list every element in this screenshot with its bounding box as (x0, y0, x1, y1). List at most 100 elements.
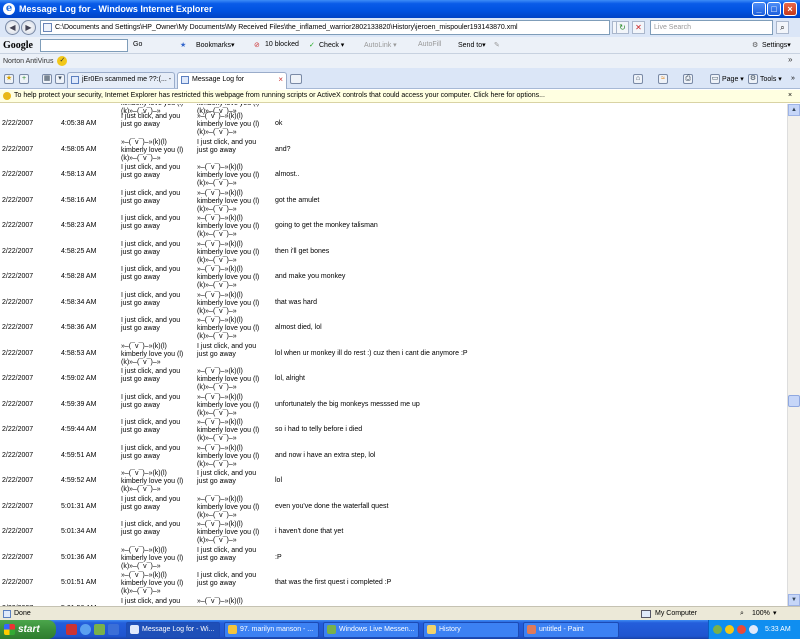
tools-menu[interactable]: Tools ▾ (760, 75, 782, 83)
log-message: that was the first quest i completed :P (275, 579, 392, 586)
task-label: History (439, 626, 461, 633)
security-info-bar[interactable]: To help protect your security, Internet … (0, 90, 800, 103)
toolbar-chevron-icon[interactable]: » (788, 55, 792, 64)
google-go-button[interactable]: Go (133, 41, 142, 48)
log-sender: I just click, and you just go away (121, 393, 181, 409)
log-recipient: »–(¯v¯)–»(k)(l) kimberly love you (l) (k… (197, 393, 260, 417)
settings-button[interactable]: Settings▾ (762, 41, 791, 49)
tab-close-icon[interactable]: × (278, 73, 283, 87)
security-tray-icon[interactable] (737, 625, 746, 634)
add-favorite-icon[interactable]: + (19, 74, 29, 84)
favorites-star-icon[interactable]: ★ (4, 74, 14, 84)
send-to-button[interactable]: Send to▾ (458, 41, 486, 49)
ie-quicklaunch-icon[interactable] (80, 624, 91, 635)
minimize-button[interactable]: _ (752, 2, 766, 16)
check-button[interactable]: Check ▾ (319, 41, 344, 49)
log-row: 2/22/2007 4:58:13 AM I just click, and you… (0, 164, 787, 190)
log-message: so i had to telly before i died (275, 426, 363, 433)
page-icon: ▭ (710, 74, 720, 84)
show-desktop-icon[interactable] (108, 624, 119, 635)
refresh-icon[interactable]: ↻ (616, 21, 629, 34)
log-row: 2/22/2007 4:59:39 AM I just click, and you… (0, 394, 787, 420)
new-tab-icon[interactable] (290, 74, 302, 84)
tab-message-log[interactable]: Message Log for × (177, 72, 287, 89)
tab-list-icon[interactable]: ▾ (55, 74, 65, 84)
log-time: 4:59:44 AM (61, 426, 97, 433)
zoom-magnifier-icon: ⌕ (740, 610, 744, 617)
log-time: 4:05:38 AM (61, 120, 97, 127)
log-recipient: I just click, and you just go away (197, 138, 257, 154)
media-task-icon (228, 625, 237, 634)
page-menu[interactable]: Page ▾ (722, 75, 744, 83)
vertical-scrollbar[interactable]: ▲ ▼ (787, 104, 800, 606)
stop-icon[interactable]: ✕ (632, 21, 645, 34)
log-recipient: »–(¯v¯)–»(k)(l) kimberly love you (l) (k… (197, 189, 260, 213)
log-date: 2/22/2007 (2, 426, 34, 433)
task-windows-live-messenger[interactable]: Windows Live Messen... (323, 622, 419, 638)
feeds-icon[interactable]: ≈ (658, 74, 668, 84)
log-date: 2/22/2007 (2, 349, 34, 357)
tools-gear-icon: ⚙ (748, 74, 758, 84)
task-paint[interactable]: untitled - Paint (523, 622, 619, 638)
forward-button[interactable]: ▶ (21, 20, 36, 35)
windows-flag-icon (4, 624, 15, 635)
back-button[interactable]: ◀ (5, 20, 20, 35)
scroll-down-arrow-icon[interactable]: ▼ (788, 594, 800, 606)
log-sender: I just click, and you just go away (121, 240, 181, 256)
volume-tray-icon[interactable] (749, 625, 758, 634)
tab-page-icon (71, 76, 79, 84)
ie-task-icon (130, 625, 139, 634)
command-bar-chevron-icon[interactable]: » (791, 75, 795, 82)
log-recipient: »–(¯v¯)–»(k)(l) kimberly love you (l) (k… (197, 291, 260, 315)
start-label: start (18, 624, 40, 635)
autofill-button[interactable]: AutoFill (418, 41, 441, 48)
task-history[interactable]: History (423, 622, 519, 638)
zoom-dropdown-icon[interactable]: ▾ (773, 607, 777, 620)
start-button[interactable]: start (0, 620, 56, 639)
log-recipient: »–(¯v¯)–»(k)(l) kimberly love you (l) (k… (197, 240, 260, 264)
log-message: and now i have an extra step, lol (275, 451, 376, 459)
live-search-input[interactable]: Live Search (650, 20, 773, 35)
home-icon[interactable]: ⌂ (633, 74, 643, 84)
norton-tray-icon[interactable] (725, 625, 734, 634)
log-message: lol when ur monkey ill do rest :) cuz th… (275, 349, 468, 357)
clock: 5:33 AM (765, 626, 791, 633)
scroll-thumb[interactable] (788, 395, 800, 408)
scroll-up-arrow-icon[interactable]: ▲ (788, 104, 800, 116)
quick-tabs-icon[interactable]: ▦ (42, 74, 52, 84)
popup-blocked-count[interactable]: 10 blocked (265, 41, 299, 48)
print-icon[interactable]: ⎙ (683, 74, 693, 84)
close-button[interactable]: × (783, 2, 797, 16)
tab-jer0en[interactable]: jEr0En scammed me ??:(... - (67, 72, 175, 88)
address-field[interactable]: C:\Documents and Settings\HP_Owner\My Do… (40, 20, 610, 35)
search-icon[interactable]: ⌕ (776, 21, 789, 34)
log-row: 2/22/2007 4:58:36 AM I just click, and you… (0, 317, 787, 343)
log-recipient: »–(¯v¯)–»(k)(l) kimberly love you (l) (k… (197, 215, 260, 238)
messenger-tray-icon[interactable] (713, 625, 722, 634)
maximize-button[interactable]: □ (767, 2, 781, 16)
log-time: 4:58:13 AM (61, 171, 97, 178)
aol-icon[interactable] (66, 624, 77, 635)
log-row: 2/22/2007 5:01:34 AM I just click, and you… (0, 521, 787, 547)
log-sender: I just click, and you just go away (121, 521, 181, 536)
google-search-input[interactable] (40, 39, 128, 52)
log-message: that was hard (275, 298, 318, 306)
norton-shield-icon[interactable]: ✓ (57, 56, 68, 66)
zoom-level[interactable]: 100% (752, 607, 770, 620)
settings-gear-icon: ⚙ (752, 42, 759, 49)
info-bar-close-icon[interactable]: × (788, 90, 792, 102)
internet-explorer-icon: e (3, 3, 15, 15)
task-marilyn-manson[interactable]: 97. marilyn manson - ... (224, 622, 319, 638)
log-message: even you've done the waterfall quest (275, 502, 389, 510)
log-recipient: »–(¯v¯)–»(k)(l) kimberly love you (l) (k… (197, 444, 260, 468)
log-time: 4:58:28 AM (61, 273, 97, 280)
log-time: 4:58:53 AM (61, 349, 97, 357)
log-date: 2/22/2007 (2, 171, 34, 178)
bookmarks-button[interactable]: Bookmarks▾ (196, 41, 235, 49)
pencil-icon[interactable]: ✎ (494, 41, 500, 49)
log-date: 2/22/2007 (2, 451, 34, 459)
autolink-button[interactable]: AutoLink ▾ (364, 41, 397, 49)
task-message-log[interactable]: Message Log for - Wi... (126, 622, 220, 638)
messenger-quicklaunch-icon[interactable] (94, 624, 105, 635)
log-row: 2/22/2007 4:58:05 AM »–(¯v¯)–»(k)(l) kimbe… (0, 139, 787, 165)
